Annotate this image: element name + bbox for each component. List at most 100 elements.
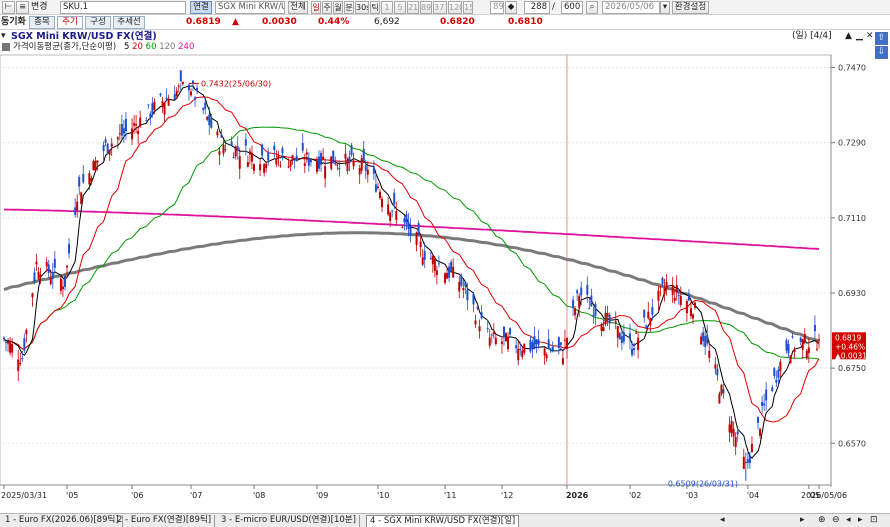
window-tab-2[interactable]: 2 - Euro FX(연결)[89틱] [114,515,216,527]
candle-body [265,163,268,169]
candle-body [208,114,211,126]
candle-body [635,332,638,334]
candle-body [320,153,323,165]
candle-body [765,389,768,401]
scroll-left-icon[interactable]: ◂ [720,514,725,527]
candle-body [620,336,623,343]
volume: 6,692 [374,17,400,27]
candle-body [742,456,745,469]
period-button-분[interactable]: 분 [344,1,354,14]
tab-trendline[interactable]: 추세선 [113,16,145,29]
mode-label[interactable]: 변경 [31,0,48,15]
change-value: 0.0030 [262,17,297,27]
ma-period-60: 60 [145,42,160,52]
x-tick-label: '12 [501,491,513,500]
chart-minimize-icon[interactable]: ▁ [856,31,863,42]
candle-body [815,348,818,350]
candle-body [663,288,666,295]
search-icon[interactable]: ⌕ [586,1,598,14]
period-button-30s[interactable]: 30s [355,1,369,14]
candle-body [33,272,36,283]
candle-body [521,350,524,357]
window-tab-3[interactable]: 3 - E-micro EUR/USD(연결)[10분] [218,515,360,527]
period-button-일[interactable]: 일 [311,1,321,14]
candle-body [446,272,449,279]
period-button-120[interactable]: 120 [448,1,462,14]
pin-icon[interactable]: ⊢ [2,1,15,14]
candle-body [647,311,650,319]
fit-icon[interactable]: ⊡ [870,514,878,527]
candle-body [706,335,709,344]
candle-body [478,326,481,332]
chart-close-icon[interactable]: ✕ [866,31,874,42]
interval-input[interactable]: 89 [490,1,504,14]
candle-body [389,212,392,222]
candle-body [181,81,184,84]
candle-body [222,144,225,154]
tab-composition[interactable]: 구성 [85,16,111,29]
candle-body [295,155,298,161]
all-button[interactable]: 전체 [288,1,308,14]
candle-body [358,168,361,175]
display-count-input[interactable]: 288 [524,1,550,14]
candle-body [813,324,816,332]
chart-area[interactable]: 0.7470 0.7290 0.7110 0.6930 0.6750 0.6570 2025… [0,30,890,512]
sync-label[interactable]: 동기화 [1,15,26,30]
candle-body [250,152,253,162]
x-tick-label: '05 [66,491,78,500]
window-tab-4[interactable]: 4 - SGX Mini KRW/USD FX(연결)[일] [366,515,520,527]
period-button-21[interactable]: 21 [407,1,419,14]
pan-right-icon[interactable]: ▸ [858,514,863,527]
x-tick-label: '03 [686,491,698,500]
candle-body [718,393,721,404]
tab-period[interactable]: 주기 [57,16,83,29]
candle-body [275,158,278,165]
scroll-right-icon[interactable]: ▸ [800,514,805,527]
period-button-15[interactable]: 15 [463,1,473,14]
window-tab-1[interactable]: 1 - Euro FX(2026.06)[89틱] [2,515,123,527]
tab-symbol[interactable]: 종목 [29,16,55,29]
period-button-89[interactable]: 89 [420,1,432,14]
menu-icon[interactable]: ≡ [16,1,29,14]
candle-body [63,275,66,287]
period-button-5[interactable]: 5 [394,1,406,14]
price-chart[interactable]: 0.7470 0.7290 0.7110 0.6930 0.6750 0.6570 2025… [0,30,890,512]
candle-body [318,156,321,169]
candle-body [31,293,34,298]
zoom-out-icon[interactable]: ⊖ [832,514,840,527]
candle-body [576,290,579,294]
zoom-in-icon[interactable]: ⊕ [818,514,826,527]
expand-up-icon[interactable]: ⇧ [875,32,888,45]
period-button-주[interactable]: 주 [322,1,332,14]
pan-left-icon[interactable]: ◂ [846,514,851,527]
candle-body [395,211,398,221]
expand-down-icon[interactable]: ⇩ [875,46,888,59]
candle-body [409,225,412,236]
period-button-월[interactable]: 월 [333,1,343,14]
candle-body [474,320,477,325]
candle-body [187,84,190,91]
period-button-1[interactable]: 1 [381,1,393,14]
period-button-틱[interactable]: 틱 [370,1,380,14]
candle-body [179,70,182,82]
settings-button[interactable]: 환경설정 [672,1,709,14]
date-input[interactable]: 2026/05/06 [602,1,660,14]
candle-body [618,333,621,340]
candle-body [708,350,711,358]
candle-body [757,416,760,423]
collapse-icon[interactable]: ▾ [1,31,6,42]
candle-body [218,151,221,155]
candle-body [515,345,518,349]
stepper-icon[interactable]: ◆ [505,1,517,14]
candle-body [196,87,199,91]
candle-body [793,350,796,353]
period-button-377[interactable]: 377 [433,1,447,14]
contract-type-button[interactable]: 연결 [190,1,212,14]
chart-up-icon[interactable]: ▲ [845,31,852,42]
candle-body [19,362,22,365]
candle-body [545,354,548,359]
main-toolbar: ⊢ ≡ 변경 SKU.1 연결 SGX Mini KRW/USI 전체 일주월분… [0,0,890,15]
indicator-legend[interactable]: 가격이동평균(종가,단순이평) 5 20 60 120 240 [0,42,300,53]
symbol-code-input[interactable]: SKU.1 [60,1,186,14]
calendar-icon[interactable]: ▾ [660,1,670,14]
